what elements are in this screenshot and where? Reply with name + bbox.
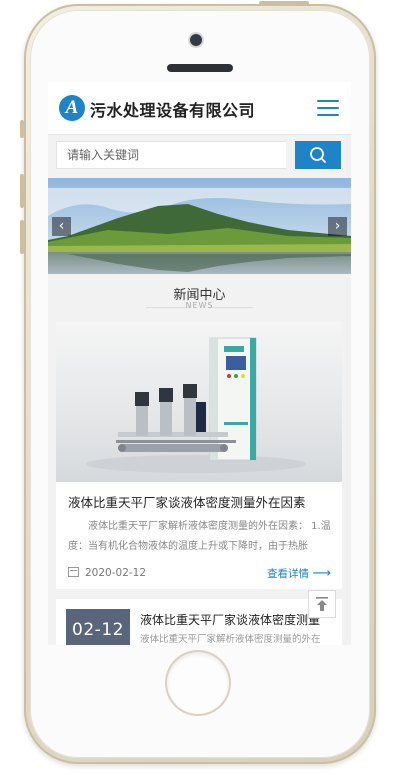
news-image[interactable] [56, 322, 342, 482]
banner-pagination [178, 267, 214, 274]
banner-slider[interactable]: ‹ › [48, 178, 351, 274]
news-card-second[interactable]: 02-12 2020 液体比重天平厂家谈液体密度测量 液体比重天平厂家解析液体密… [56, 599, 342, 645]
date-badge-day: 02-12 [72, 620, 124, 640]
banner-prev-arrow[interactable]: ‹ [52, 217, 71, 236]
news-date: 2020-02-12 [68, 567, 146, 579]
home-button[interactable] [167, 652, 229, 714]
news-title[interactable]: 液体比重天平厂家谈液体密度测量外在因素 [68, 492, 334, 511]
mute-switch [20, 120, 24, 138]
back-to-top-button[interactable] [308, 590, 336, 618]
logo-icon[interactable]: A [59, 95, 85, 121]
search-icon [310, 147, 326, 163]
banner-image [48, 178, 351, 274]
site-header: A 污水处理设备有限公司 [48, 82, 351, 135]
water-pump-image [86, 337, 306, 473]
news-description: 液体比重天平厂家解析液体密度测量的外在因素： 1.温度：当有机化合物液体的温度上… [68, 521, 331, 552]
arrow-up-icon [316, 597, 328, 611]
search-button[interactable] [295, 141, 341, 169]
calendar-icon [68, 567, 79, 577]
view-details-label: 查看详情 [267, 568, 309, 580]
brand-name[interactable]: 污水处理设备有限公司 [90, 97, 255, 121]
volume-down-button [20, 220, 24, 254]
search-bar [56, 141, 341, 169]
news-description-2: 液体比重天平厂家解析液体密度测量的外在 [140, 634, 321, 645]
news-section-subtitle: NEWS [185, 301, 214, 310]
volume-up-button [20, 174, 24, 208]
news-section: 新闻中心 NEWS 液体比重天平厂家谈液体密度测量外在因素 液体比重天平厂家解析… [48, 274, 351, 645]
hamburger-menu-icon[interactable] [317, 99, 339, 117]
power-button [259, 1, 309, 5]
phone-screen: A 污水处理设备有限公司 请输入关键词 ‹ › 新闻中心 NEWS 液体比重天平… [48, 82, 351, 645]
date-badge: 02-12 2020 [66, 609, 130, 645]
arrow-right-icon: ⟶ [312, 566, 331, 581]
view-details-link[interactable]: 查看详情 ⟶ [267, 566, 331, 581]
search-input[interactable] [56, 141, 286, 169]
earpiece-speaker [167, 64, 233, 72]
news-card-featured[interactable]: 液体比重天平厂家谈液体密度测量外在因素 液体比重天平厂家解析液体密度测量的外在因… [56, 322, 342, 589]
banner-next-arrow[interactable]: › [328, 217, 347, 236]
news-date-text: 2020-02-12 [85, 567, 147, 579]
front-camera [190, 34, 202, 46]
